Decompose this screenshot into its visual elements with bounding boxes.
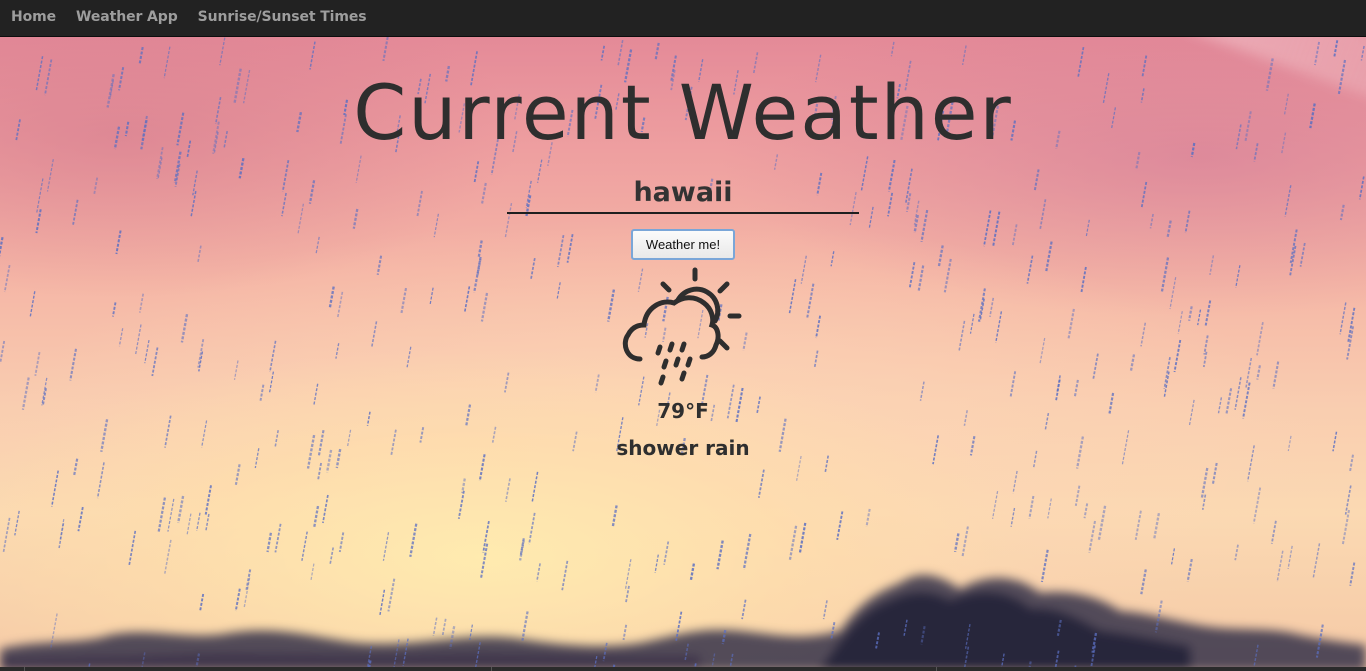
top-navbar: Home Weather App Sunrise/Sunset Times bbox=[0, 0, 1366, 37]
weather-description: shower rain bbox=[616, 436, 750, 460]
weather-me-button[interactable]: Weather me! bbox=[631, 229, 735, 260]
city-search-input[interactable] bbox=[507, 172, 859, 214]
nav-home-link[interactable]: Home bbox=[0, 0, 66, 37]
page-title: Current Weather bbox=[353, 68, 1013, 157]
nav-sunrise-sunset-link[interactable]: Sunrise/Sunset Times bbox=[188, 0, 377, 37]
bottom-scroll-bar bbox=[0, 667, 1366, 671]
cloud-sun-rain-icon bbox=[622, 267, 742, 386]
main-content: Current Weather Weather me! 79°F showe bbox=[0, 37, 1366, 671]
temperature-readout: 79°F bbox=[657, 399, 709, 423]
nav-weather-app-link[interactable]: Weather App bbox=[66, 0, 188, 37]
